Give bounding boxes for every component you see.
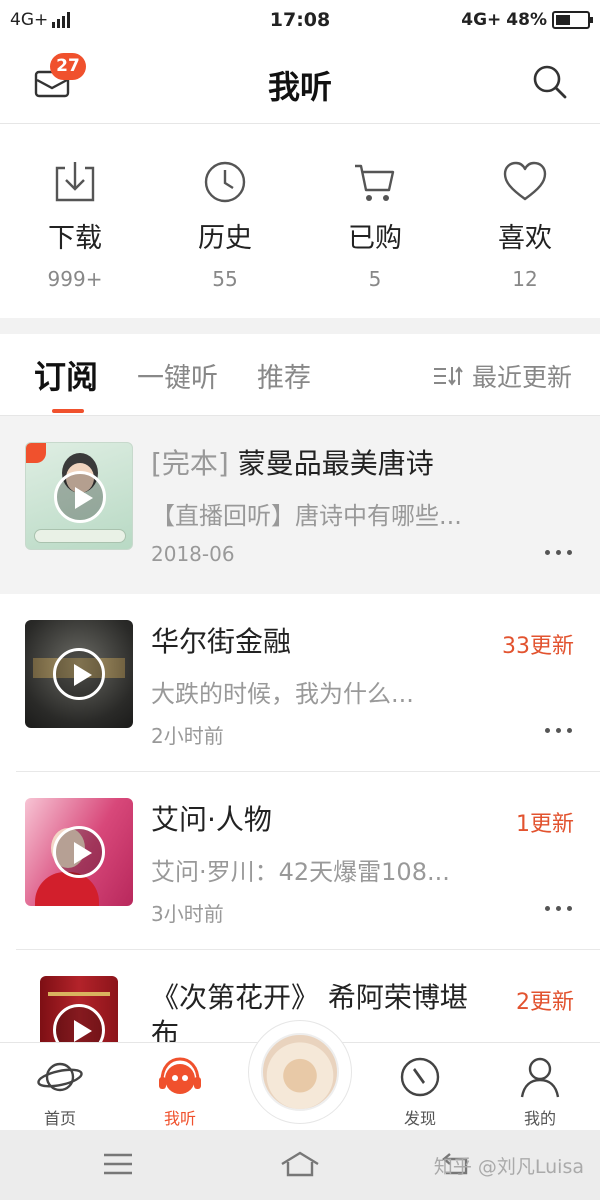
- compass-icon: [400, 1057, 440, 1097]
- play-icon[interactable]: [53, 826, 105, 878]
- item-description: 艾问·罗川：42天爆雷108...: [151, 858, 450, 886]
- album-cover: [40, 976, 118, 1042]
- battery-icon: [552, 11, 593, 29]
- subscription-list: [完本] 蒙曼品最美唐诗 【直播回听】唐诗中有哪些... 2018-06 华尔街…: [0, 416, 600, 1042]
- item-time: 3小时前: [151, 902, 224, 926]
- update-count: 2更新: [516, 990, 574, 1015]
- quick-action-label: 下载: [48, 223, 102, 254]
- network-indicator-right: 4G+: [461, 10, 502, 30]
- quick-action-count: 12: [512, 267, 538, 291]
- search-icon[interactable]: [532, 64, 568, 100]
- portrait-dress: [35, 872, 99, 906]
- clock-icon: [204, 161, 246, 203]
- page-header: 27 我听: [0, 40, 600, 124]
- item-description: 大跌的时候，我为什么...: [151, 680, 414, 708]
- tab-one-click-listen[interactable]: 一键听: [137, 356, 218, 395]
- section-divider: [0, 318, 600, 334]
- quick-action-label: 历史: [198, 223, 252, 254]
- system-navigation-bar: 知乎 @刘凡Luisa: [0, 1130, 600, 1200]
- item-title: 艾问·人物: [151, 803, 272, 836]
- status-bar: 4G+ 17:08 4G+ 48%: [0, 0, 600, 40]
- signal-icon: [52, 12, 71, 28]
- sort-icon: [433, 366, 463, 386]
- item-time: 2018-06: [151, 542, 235, 566]
- album-cover: [25, 442, 133, 550]
- planet-icon: [37, 1062, 83, 1092]
- quick-action-download[interactable]: 下载 999+: [0, 124, 150, 318]
- now-playing-disc[interactable]: [248, 1020, 352, 1124]
- item-tag: [完本]: [151, 447, 229, 480]
- menu-icon[interactable]: [102, 1150, 134, 1178]
- tab-subscribe[interactable]: 订阅: [34, 352, 98, 398]
- clock: 17:08: [269, 9, 331, 31]
- quick-action-count: 999+: [47, 267, 103, 291]
- item-title: 华尔街金融: [151, 625, 292, 658]
- quick-action-purchased[interactable]: 已购 5: [300, 124, 450, 318]
- heart-icon: [503, 161, 547, 201]
- list-item[interactable]: [完本] 蒙曼品最美唐诗 【直播回听】唐诗中有哪些... 2018-06: [0, 416, 600, 594]
- person-icon: [520, 1057, 560, 1098]
- play-icon[interactable]: [53, 1004, 105, 1042]
- list-item[interactable]: 华尔街金融 33更新 大跌的时候，我为什么... 2小时前: [0, 594, 600, 772]
- more-options-icon[interactable]: [545, 728, 572, 733]
- nav-discover[interactable]: 发现: [360, 1053, 480, 1129]
- quick-action-count: 5: [368, 267, 382, 291]
- item-title-text: 蒙曼品最美唐诗: [237, 447, 434, 480]
- network-indicator-left: 4G+: [10, 10, 49, 30]
- nav-label: 发现: [403, 1109, 436, 1128]
- item-time: 2小时前: [151, 724, 224, 748]
- album-cover: [25, 798, 133, 906]
- nav-listen[interactable]: 我听: [120, 1053, 240, 1129]
- more-options-icon[interactable]: [545, 906, 572, 911]
- update-count: 33更新: [502, 634, 574, 659]
- watermark-text: 知乎 @刘凡Luisa: [433, 1156, 584, 1178]
- nav-label: 我的: [523, 1109, 556, 1128]
- more-options-icon[interactable]: [545, 550, 572, 555]
- quick-action-history[interactable]: 历史 55: [150, 124, 300, 318]
- item-title: [完本] 蒙曼品最美唐诗: [151, 446, 491, 482]
- nav-home[interactable]: 首页: [0, 1053, 120, 1129]
- nav-profile[interactable]: 我的: [480, 1053, 600, 1129]
- vip-corner-badge: [26, 443, 46, 463]
- list-item[interactable]: 艾问·人物 1更新 艾问·罗川：42天爆雷108... 3小时前: [0, 772, 600, 950]
- page-title: 我听: [267, 68, 332, 106]
- tab-recommend[interactable]: 推荐: [257, 356, 311, 395]
- nav-label: 首页: [43, 1109, 76, 1128]
- sort-button[interactable]: 最近更新: [432, 358, 572, 394]
- battery-percent: 48%: [506, 10, 547, 30]
- now-playing-cover: [261, 1033, 339, 1111]
- quick-action-label: 喜欢: [498, 223, 552, 254]
- play-icon[interactable]: [53, 648, 105, 700]
- quick-action-favorites[interactable]: 喜欢 12: [450, 124, 600, 318]
- album-cover: [25, 620, 133, 728]
- sort-label: 最近更新: [471, 363, 572, 392]
- home-icon[interactable]: [280, 1150, 320, 1178]
- cart-icon: [355, 164, 395, 201]
- subscription-tabs: 订阅 一键听 推荐 最近更新: [0, 334, 600, 416]
- book-ornament: [48, 992, 110, 996]
- update-count: 1更新: [516, 812, 574, 837]
- play-icon[interactable]: [54, 471, 106, 523]
- quick-actions: 下载 999+ 历史 55 已购 5 喜欢 12: [0, 124, 600, 318]
- headphone-face-icon: [159, 1057, 201, 1094]
- active-tab-indicator: [52, 409, 84, 413]
- nav-label: 我听: [163, 1109, 196, 1128]
- cover-title-band: [34, 529, 126, 543]
- quick-action-label: 已购: [348, 223, 402, 254]
- quick-action-count: 55: [212, 267, 238, 291]
- download-icon: [55, 162, 95, 202]
- item-description: 【直播回听】唐诗中有哪些...: [151, 502, 462, 530]
